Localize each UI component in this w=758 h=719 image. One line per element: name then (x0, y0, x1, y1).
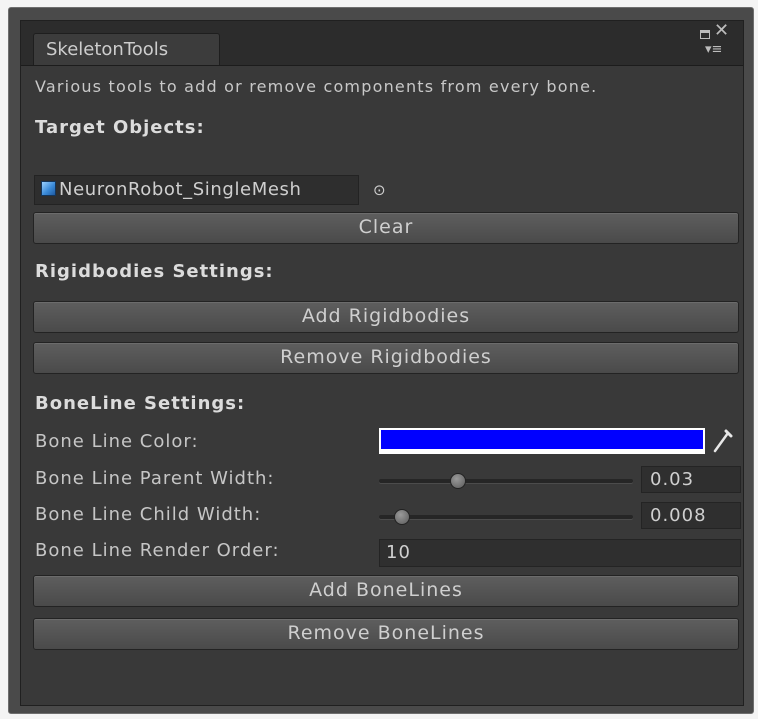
bone-line-parent-width-label: Bone Line Parent Width: (35, 468, 275, 489)
bone-line-child-width-label: Bone Line Child Width: (35, 504, 262, 525)
target-object-name: NeuronRobot_SingleMesh (59, 179, 302, 200)
boneline-settings-header: BoneLine Settings: (35, 393, 246, 414)
skeleton-tools-window: SkeletonTools ✕ ▾≡ Various tools to add … (20, 20, 744, 706)
tab-skeleton-tools[interactable]: SkeletonTools (33, 33, 220, 65)
bone-line-render-order-label: Bone Line Render Order: (35, 540, 280, 561)
target-objects-header: Target Objects: (35, 117, 205, 138)
inspector-panel: Various tools to add or remove component… (21, 65, 743, 705)
clear-button[interactable]: Clear (33, 212, 739, 244)
child-width-slider[interactable] (379, 509, 633, 525)
description-text: Various tools to add or remove component… (35, 77, 598, 96)
add-bonelines-button[interactable]: Add BoneLines (33, 575, 739, 607)
parent-width-slider-thumb[interactable] (449, 473, 466, 489)
maximize-icon[interactable] (700, 30, 710, 39)
close-icon[interactable]: ✕ (714, 21, 729, 41)
remove-bonelines-button[interactable]: Remove BoneLines (33, 618, 739, 650)
bone-line-color-field[interactable] (379, 428, 705, 454)
child-width-slider-thumb[interactable] (393, 509, 410, 525)
bone-line-color-label: Bone Line Color: (35, 431, 199, 452)
remove-rigidbodies-button[interactable]: Remove Rigidbodies (33, 342, 739, 374)
parent-width-field[interactable]: 0.03 (641, 466, 741, 493)
menu-icon[interactable]: ▾≡ (705, 43, 722, 57)
child-width-field[interactable]: 0.008 (641, 502, 741, 529)
parent-width-slider[interactable] (379, 473, 633, 489)
target-object-field[interactable]: NeuronRobot_SingleMesh (34, 175, 359, 205)
eyedropper-icon[interactable] (711, 427, 733, 455)
add-rigidbodies-button[interactable]: Add Rigidbodies (33, 301, 739, 333)
render-order-field[interactable]: 10 (379, 539, 741, 567)
mesh-icon (41, 181, 56, 196)
rigidbodies-settings-header: Rigidbodies Settings: (35, 261, 274, 282)
tab-bar: SkeletonTools ✕ ▾≡ (21, 21, 743, 66)
object-picker-icon[interactable]: ⊙ (373, 178, 386, 202)
